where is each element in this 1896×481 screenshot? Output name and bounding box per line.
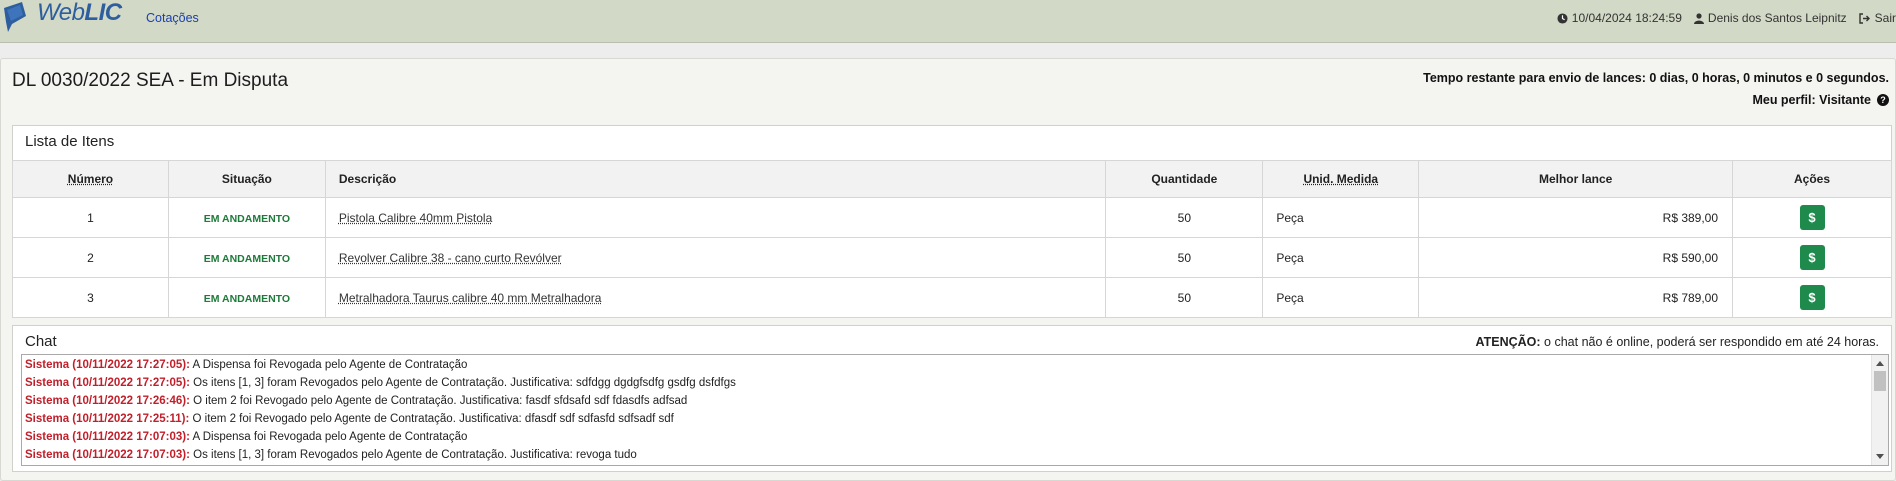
- chat-notice: ATENÇÃO: o chat não é online, poderá ser…: [1475, 335, 1879, 349]
- chat-scrollbar[interactable]: [1871, 355, 1888, 465]
- status-badge: EM ANDAMENTO: [203, 212, 291, 225]
- table-row: 1 EM ANDAMENTO Pistola Calibre 40mm Pist…: [12, 197, 1892, 238]
- cell-acoes: $: [1732, 237, 1892, 278]
- question-icon[interactable]: ?: [1877, 94, 1889, 106]
- status-badge: EM ANDAMENTO: [203, 292, 291, 305]
- cell-melhor-lance: R$ 789,00: [1418, 277, 1734, 318]
- cell-acoes: $: [1732, 197, 1892, 238]
- items-panel-title: Lista de Itens: [25, 133, 115, 150]
- chat-panel: Chat ATENÇÃO: o chat não é online, poder…: [12, 325, 1892, 472]
- scroll-down-arrow-icon[interactable]: [1876, 454, 1884, 459]
- cell-quantidade: 50: [1105, 237, 1264, 278]
- bid-button[interactable]: $: [1799, 245, 1825, 270]
- chat-message: Sistema (10/11/2022 17:07:03): A Dispens…: [25, 431, 468, 443]
- user-info[interactable]: Denis dos Santos Leipnitz: [1693, 11, 1847, 25]
- chat-messages-box[interactable]: Sistema (10/11/2022 17:27:05): A Dispens…: [21, 354, 1889, 466]
- table-row: 3 EM ANDAMENTO Metralhadora Taurus calib…: [12, 277, 1892, 318]
- profile-text: Meu perfil: Visitante: [1752, 93, 1871, 107]
- logo-text: WebLIC: [37, 0, 122, 26]
- cell-unidade: Peça: [1262, 197, 1420, 238]
- scroll-up-arrow-icon[interactable]: [1876, 361, 1884, 366]
- logout-button[interactable]: Sair: [1858, 11, 1896, 25]
- header-info: 10/04/2024 18:24:59 Denis dos Santos Lei…: [1545, 11, 1896, 25]
- cell-descricao: Metralhadora Taurus calibre 40 mm Metral…: [324, 277, 1107, 318]
- bid-timer: Tempo restante para envio de lances: 0 d…: [1423, 71, 1889, 85]
- chat-message: Sistema (10/11/2022 17:07:03): Os itens …: [25, 449, 637, 461]
- datetime-text: 10/04/2024 18:24:59: [1571, 11, 1682, 25]
- page-title: DL 0030/2022 SEA - Em Disputa: [12, 70, 289, 91]
- cell-quantidade: 50: [1105, 277, 1264, 318]
- sign-out-icon: [1858, 12, 1870, 24]
- logout-label: Sair: [1874, 11, 1896, 25]
- chat-message: Sistema (10/11/2022 17:26:46): O item 2 …: [25, 395, 688, 407]
- items-table: Número Situação Descrição Quantidade Uni…: [12, 160, 1892, 318]
- bid-button[interactable]: $: [1799, 285, 1825, 310]
- weblic-logo[interactable]: WebLIC: [2, 0, 122, 34]
- chat-lines: Sistema (10/11/2022 17:27:05): A Dispens…: [25, 356, 1868, 464]
- item-description-link[interactable]: Pistola Calibre 40mm Pistola: [339, 211, 492, 225]
- cell-acoes: $: [1732, 277, 1892, 318]
- nav-link-cotacoes[interactable]: Cotações: [146, 11, 199, 25]
- cell-numero: 3: [12, 277, 169, 318]
- col-header-situacao: Situação: [167, 160, 326, 198]
- cell-situacao: EM ANDAMENTO: [167, 197, 326, 238]
- chat-message: Sistema (10/11/2022 17:27:05): Os itens …: [25, 377, 736, 389]
- clock-icon: [1557, 12, 1568, 24]
- top-navbar: WebLIC Cotações 10/04/2024 18:24:59 Deni…: [0, 0, 1896, 43]
- items-panel: Lista de Itens Número Situação Descrição…: [12, 125, 1892, 318]
- col-header-descricao: Descrição: [324, 160, 1107, 198]
- cell-descricao: Revolver Calibre 38 - cano curto Revólve…: [324, 237, 1107, 278]
- profile-info: Meu perfil: Visitante ?: [1752, 93, 1889, 107]
- cell-numero: 1: [12, 197, 169, 238]
- item-description-link[interactable]: Metralhadora Taurus calibre 40 mm Metral…: [339, 291, 602, 305]
- cell-unidade: Peça: [1262, 277, 1420, 318]
- user-name: Denis dos Santos Leipnitz: [1707, 11, 1847, 25]
- chat-message: Sistema (10/11/2022 17:25:11): O item 2 …: [25, 413, 674, 425]
- cell-situacao: EM ANDAMENTO: [167, 237, 326, 278]
- cell-descricao: Pistola Calibre 40mm Pistola: [324, 197, 1107, 238]
- status-badge: EM ANDAMENTO: [203, 252, 291, 265]
- bid-button[interactable]: $: [1799, 205, 1825, 230]
- cell-quantidade: 50: [1105, 197, 1264, 238]
- logo-mark-icon: [4, 2, 26, 32]
- table-header-row: Número Situação Descrição Quantidade Uni…: [12, 160, 1892, 198]
- cell-situacao: EM ANDAMENTO: [167, 277, 326, 318]
- chat-title: Chat: [25, 333, 57, 350]
- datetime: 10/04/2024 18:24:59: [1557, 11, 1682, 25]
- cell-numero: 2: [12, 237, 169, 278]
- col-header-quantidade: Quantidade: [1105, 160, 1264, 198]
- cell-melhor-lance: R$ 389,00: [1418, 197, 1734, 238]
- cell-melhor-lance: R$ 590,00: [1418, 237, 1734, 278]
- cell-unidade: Peça: [1262, 237, 1420, 278]
- user-icon: [1693, 12, 1704, 24]
- col-header-acoes: Ações: [1732, 160, 1892, 198]
- col-header-numero[interactable]: Número: [12, 160, 169, 198]
- col-header-unidade[interactable]: Unid. Medida: [1262, 160, 1420, 198]
- main-panel: DL 0030/2022 SEA - Em Disputa Tempo rest…: [0, 58, 1896, 481]
- scroll-thumb[interactable]: [1874, 371, 1886, 391]
- chat-message: Sistema (10/11/2022 17:27:05): A Dispens…: [25, 359, 468, 371]
- col-header-melhor-lance: Melhor lance: [1418, 160, 1734, 198]
- item-description-link[interactable]: Revolver Calibre 38 - cano curto Revólve…: [339, 251, 562, 265]
- table-row: 2 EM ANDAMENTO Revolver Calibre 38 - can…: [12, 237, 1892, 278]
